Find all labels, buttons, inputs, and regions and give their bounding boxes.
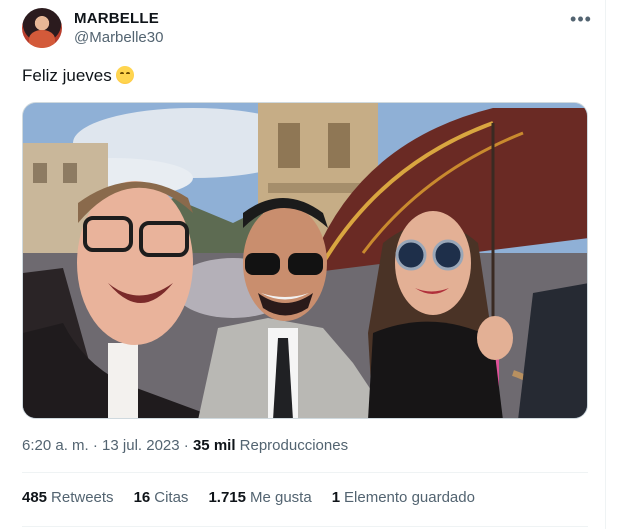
bookmarks-label: Elemento guardado [344, 489, 475, 506]
divider [22, 472, 588, 473]
views-label: Reproducciones [235, 437, 349, 454]
divider [22, 526, 588, 527]
retweets-stat[interactable]: 485 Retweets [22, 489, 114, 506]
tweet-metadata: 6:20 a. m. · 13 jul. 2023 · 35 mil Repro… [22, 437, 348, 454]
bookmarks-stat[interactable]: 1 Elemento guardado [332, 489, 475, 506]
quotes-count: 16 [133, 489, 151, 506]
tweet-date[interactable]: 13 jul. 2023 [102, 437, 180, 454]
tweet-photo[interactable] [22, 102, 588, 419]
author-name[interactable]: MARBELLE [74, 10, 159, 27]
quotes-label: Citas [154, 489, 189, 506]
author-handle[interactable]: @Marbelle30 [74, 29, 163, 46]
meta-separator: · [88, 437, 103, 454]
views-count: 35 mil [192, 437, 236, 454]
meta-separator: · [179, 437, 193, 454]
tweet-text-content: Feliz jueves [22, 66, 112, 85]
tweet-text: Feliz jueves [22, 66, 134, 86]
likes-count: 1.715 [208, 489, 246, 506]
tweet-header: MARBELLE @Marbelle30 ••• [22, 6, 594, 50]
tweet-stats: 485 Retweets 16 Citas 1.715 Me gusta 1 Eleme… [22, 489, 475, 506]
likes-stat[interactable]: 1.715 Me gusta [208, 489, 311, 506]
retweets-count: 485 [22, 489, 48, 506]
face-with-hand-over-mouth-icon [115, 66, 134, 84]
tweet-card: MARBELLE @Marbelle30 ••• Feliz jueves 6:… [4, 0, 606, 529]
likes-label: Me gusta [249, 489, 312, 506]
retweets-label: Retweets [51, 489, 114, 506]
photo-illustration [23, 103, 587, 418]
bookmarks-count: 1 [331, 489, 341, 506]
avatar[interactable] [22, 8, 62, 48]
more-options-icon[interactable]: ••• [568, 8, 594, 30]
tweet-time[interactable]: 6:20 a. m. [22, 437, 89, 454]
quotes-stat[interactable]: 16 Citas [134, 489, 189, 506]
